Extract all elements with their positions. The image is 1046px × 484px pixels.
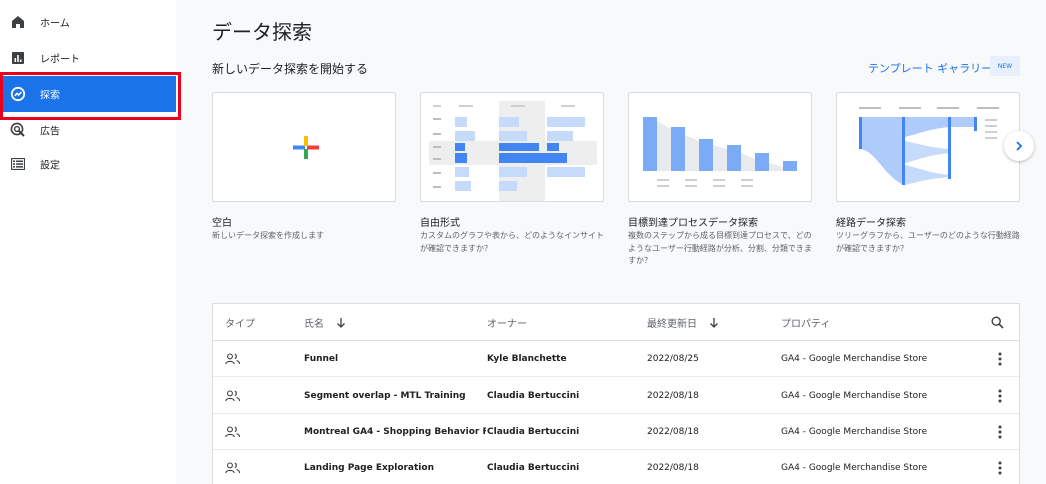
exploration-owner: Claudia Bertuccini [487,391,580,401]
exploration-updated: 2022/08/18 [647,427,699,437]
explorations-table: タイプ 氏名 オーナー 最終更新日 プロパティ Funnel Kyle Blan… [212,303,1020,484]
sidebar-item-label: レポート [40,54,80,66]
shared-people-icon [225,450,241,484]
sidebar-item-label: ホーム [40,18,70,30]
exploration-owner: Kyle Blanchette [487,354,567,364]
row-more-menu-button[interactable] [995,450,1005,484]
plus-icon [293,136,319,159]
template-card-path[interactable] [836,92,1020,202]
template-desc-funnel: 複数のステップから成る目標到達プロセスで、どのようなユーザー行動経路が分析、分割… [628,231,812,265]
free-form-thumbnail [429,101,597,201]
template-name-blank[interactable]: 空白 [212,214,232,229]
column-header-name-label: 氏名 [304,319,324,330]
exploration-name[interactable]: Funnel [304,341,486,377]
exploration-updated: 2022/08/18 [647,463,699,473]
search-icon [991,316,1004,329]
table-row[interactable]: Landing Page Exploration Claudia Bertucc… [213,450,1019,484]
shared-people-icon [225,341,241,377]
sidebar-item-settings[interactable]: 設定 [0,146,176,182]
exploration-updated: 2022/08/25 [647,354,699,364]
template-name-funnel[interactable]: 目標到達プロセスデータ探索 [628,214,758,229]
section-title: 新しいデータ探索を開始する [212,62,369,76]
exploration-owner: Claudia Bertuccini [487,463,580,473]
column-header-type: タイプ [225,319,255,330]
template-desc-free-form: カスタムのグラフや表から、どのようなインサイトが確認できますか？ [420,231,604,253]
column-header-updated[interactable]: 最終更新日 [647,304,719,341]
template-card-funnel[interactable] [628,92,812,202]
sidebar-item-label: 広告 [40,126,60,138]
row-more-menu-button[interactable] [995,414,1005,450]
more-vert-icon [998,352,1002,366]
row-more-menu-button[interactable] [995,341,1005,377]
home-icon [10,14,26,30]
exploration-property: GA4 - Google Merchandise Store [781,463,928,473]
sidebar-item-explore[interactable]: 探索 [0,72,181,120]
table-row[interactable]: Montreal GA4 - Shopping Behavior Fu... C… [213,414,1019,450]
chevron-right-icon [1016,141,1023,151]
template-name-free-form[interactable]: 自由形式 [420,214,460,229]
shared-people-icon [225,378,241,414]
exploration-name[interactable]: Montreal GA4 - Shopping Behavior Fu... [304,414,486,450]
template-name-path[interactable]: 経路データ探索 [836,214,906,229]
exploration-name[interactable]: Landing Page Exploration [304,450,486,484]
sidebar: ホーム レポート 探索 広告 設定 [0,0,181,484]
sidebar-item-home[interactable]: ホーム [0,4,176,40]
sort-arrow-down-icon[interactable] [709,317,719,328]
page-title: データ探索 [212,20,312,44]
new-badge: NEW [990,56,1020,76]
search-button[interactable] [991,304,1004,341]
main-content: データ探索 新しいデータ探索を開始する テンプレート ギャラリー NEW 空白 … [176,0,1046,484]
sort-arrow-down-icon[interactable] [336,317,346,328]
table-row[interactable]: Segment overlap - MTL Training Claudia B… [213,378,1019,414]
settings-list-icon [10,156,26,172]
more-vert-icon [998,425,1002,439]
exploration-property: GA4 - Google Merchandise Store [781,391,928,401]
sidebar-item-reports[interactable]: レポート [0,40,176,76]
table-row[interactable]: Funnel Kyle Blanchette 2022/08/25 GA4 - … [213,341,1019,377]
exploration-updated: 2022/08/18 [647,391,699,401]
shared-people-icon [225,414,241,450]
sidebar-item-label: 探索 [40,90,60,102]
exploration-property: GA4 - Google Merchandise Store [781,354,928,364]
explore-icon [10,86,26,102]
exploration-owner: Claudia Bertuccini [487,427,580,437]
table-header: タイプ 氏名 オーナー 最終更新日 プロパティ [213,304,1019,341]
column-header-name[interactable]: 氏名 [304,304,346,341]
exploration-name[interactable]: Segment overlap - MTL Training [304,378,486,414]
template-gallery-link[interactable]: テンプレート ギャラリー [868,60,992,76]
reports-icon [10,50,26,66]
template-card-free-form[interactable] [420,92,604,202]
row-more-menu-button[interactable] [995,378,1005,414]
template-desc-blank: 新しいデータ探索を作成します [212,231,324,240]
advertising-icon [10,122,26,138]
carousel-next-button[interactable] [1004,131,1034,161]
template-card-blank[interactable] [212,92,396,202]
column-header-property[interactable]: プロパティ [781,304,830,341]
more-vert-icon [998,389,1002,403]
template-desc-path: ツリーグラフから、ユーザーのどのような行動経路が確認できますか？ [836,231,1020,253]
funnel-thumbnail [643,117,797,187]
more-vert-icon [998,461,1002,475]
exploration-property: GA4 - Google Merchandise Store [781,427,928,437]
column-header-owner[interactable]: オーナー [487,304,527,341]
sidebar-item-label: 設定 [40,160,60,172]
path-thumbnail [859,107,999,185]
column-header-updated-label: 最終更新日 [647,319,697,330]
sidebar-item-advertising[interactable]: 広告 [0,112,176,148]
